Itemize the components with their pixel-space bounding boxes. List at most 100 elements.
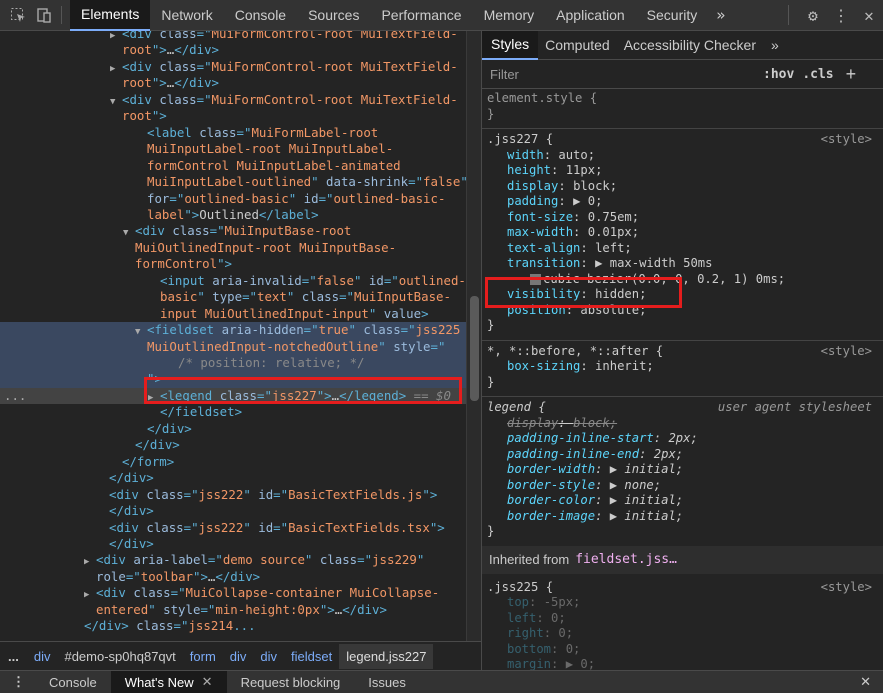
dom-node-line[interactable]: input MuiOutlinedInput-input" value>: [148, 306, 429, 323]
style-declaration[interactable]: top: -5px;: [507, 595, 580, 611]
style-declaration[interactable]: position: absolute;: [507, 303, 646, 319]
rule-origin-link[interactable]: <style>: [821, 344, 872, 360]
style-declaration[interactable]: font-size: 0.75em;: [507, 210, 639, 226]
inherited-from-link[interactable]: fieldset.jss…: [575, 552, 677, 567]
dom-node-line[interactable]: root">…</div>: [110, 42, 219, 59]
drawer-tab-request-blocking[interactable]: Request blocking: [227, 671, 355, 693]
rule-origin-link[interactable]: user agent stylesheet: [718, 400, 872, 416]
kebab-menu-icon[interactable]: ⋮: [827, 6, 855, 25]
dom-tree[interactable]: ▶ <div class="MuiFormControl-root MuiText…: [0, 31, 466, 641]
dom-node-line[interactable]: </div> class="jss214...: [72, 618, 263, 635]
hover-state-toggle[interactable]: :hov: [763, 67, 794, 82]
tab-accessibility-checker[interactable]: Accessibility Checker: [617, 31, 763, 60]
breadcrumb-item[interactable]: div: [27, 649, 58, 664]
rule-origin-link[interactable]: <style>: [821, 132, 872, 148]
tab-security[interactable]: Security: [636, 0, 709, 31]
dom-node-line[interactable]: ▼ <div class="MuiInputBase-root: [123, 223, 351, 240]
style-declaration[interactable]: text-align: left;: [507, 241, 632, 257]
tab-network[interactable]: Network: [150, 0, 223, 31]
dom-node-line[interactable]: ▶ <div class="MuiFormControl-root MuiText…: [110, 31, 458, 43]
dom-node-line[interactable]: role="toolbar">…</div>: [84, 569, 260, 586]
breadcrumb-item[interactable]: form: [183, 649, 223, 664]
dom-node-line[interactable]: </div>: [97, 536, 154, 553]
close-icon[interactable]: ✕: [855, 6, 883, 25]
dom-node-line[interactable]: formControl">: [123, 256, 232, 273]
style-declaration[interactable]: padding: ▶ 0;: [507, 194, 602, 210]
dom-node-line[interactable]: basic" type="text" class="MuiInputBase-: [148, 289, 451, 306]
style-declaration[interactable]: margin: ▶ 0;: [507, 657, 595, 670]
close-icon[interactable]: ✕: [202, 674, 213, 690]
dom-node-line[interactable]: MuiInputLabel-outlined" data-shrink="fal…: [135, 174, 466, 191]
style-declaration[interactable]: height: 11px;: [507, 163, 602, 179]
tab-memory[interactable]: Memory: [473, 0, 546, 31]
dom-node-line[interactable]: entered" style="min-height:0px">…</div>: [84, 602, 387, 619]
style-declaration[interactable]: border-width: ▶ initial;: [507, 462, 683, 478]
dom-node-line[interactable]: MuiOutlinedInput-notchedOutline" style=": [135, 339, 445, 356]
filter-input[interactable]: [490, 66, 755, 82]
dom-node-line[interactable]: MuiOutlinedInput-root MuiInputBase-: [123, 240, 396, 257]
dom-node-line[interactable]: ▼ <div class="MuiFormControl-root MuiText…: [110, 92, 458, 109]
drawer-menu-icon[interactable]: ⋮: [0, 674, 35, 690]
dom-node-line[interactable]: </div>: [123, 437, 180, 454]
tab-computed[interactable]: Computed: [538, 31, 617, 60]
node-actions-ellipsis[interactable]: ...: [4, 388, 26, 405]
drawer-tab-whats-new[interactable]: What's New ✕: [110, 670, 227, 693]
style-declaration[interactable]: padding-inline-start: 2px;: [507, 431, 698, 447]
dom-node-line[interactable]: ▶ <div class="MuiCollapse-container MuiCo…: [84, 585, 439, 602]
style-declaration[interactable]: box-sizing: inherit;: [507, 359, 654, 375]
dom-node-line[interactable]: /* position: relative; */: [166, 355, 365, 372]
tab-application[interactable]: Application: [545, 0, 636, 31]
dom-node-line[interactable]: root">…</div>: [110, 75, 219, 92]
style-declaration[interactable]: padding-inline-end: 2px;: [507, 447, 683, 463]
dom-node-selected[interactable]: ▶ <legend class="jss227">…</legend> == $0: [148, 388, 451, 405]
inspect-element-icon[interactable]: [5, 0, 31, 31]
dom-node-line[interactable]: </div>: [135, 421, 192, 438]
style-declaration[interactable]: border-image: ▶ initial;: [507, 509, 683, 525]
dom-node-line[interactable]: </form>: [110, 454, 174, 471]
scrollbar-thumb[interactable]: [470, 296, 479, 401]
style-declaration[interactable]: right: 0;: [507, 626, 573, 642]
style-declaration[interactable]: left: 0;: [507, 611, 566, 627]
rule-origin-link[interactable]: <style>: [821, 580, 872, 596]
new-rule-icon[interactable]: +: [846, 64, 857, 85]
close-drawer-icon[interactable]: ✕: [860, 674, 871, 690]
dom-node-line[interactable]: ▶ <div class="MuiFormControl-root MuiText…: [110, 59, 458, 76]
dom-node-line[interactable]: <input aria-invalid="false" id="outlined…: [148, 273, 466, 290]
dom-node-line[interactable]: formControl MuiInputLabel-animated: [135, 158, 401, 175]
dom-node-line[interactable]: <div class="jss222" id="BasicTextFields.…: [97, 520, 445, 537]
gear-icon[interactable]: ⚙: [799, 6, 827, 25]
more-tabs-button[interactable]: »: [763, 37, 787, 53]
transition-editor-icon[interactable]: [530, 273, 541, 285]
dom-node-line[interactable]: ▼ <fieldset aria-hidden="true" class="jss…: [135, 322, 460, 339]
style-declaration[interactable]: border-style: ▶ none;: [507, 478, 661, 494]
device-toolbar-icon[interactable]: [31, 0, 57, 31]
dom-node-line[interactable]: <div class="jss222" id="BasicTextFields.…: [97, 487, 437, 504]
breadcrumb-item[interactable]: div: [223, 649, 254, 664]
dom-node-line[interactable]: ▶ <div aria-label="demo source" class="js…: [84, 552, 424, 569]
tab-styles[interactable]: Styles: [482, 31, 539, 60]
tab-console[interactable]: Console: [224, 0, 297, 31]
dom-node-line[interactable]: </fieldset>: [148, 404, 242, 421]
tab-sources[interactable]: Sources: [297, 0, 370, 31]
style-declaration[interactable]: border-color: ▶ initial;: [507, 493, 683, 509]
dom-node-line[interactable]: ">: [135, 371, 162, 388]
tab-performance[interactable]: Performance: [370, 0, 472, 31]
drawer-tab-issues[interactable]: Issues: [354, 671, 420, 693]
breadcrumb-item-current[interactable]: legend.jss227: [339, 643, 434, 669]
dom-node-line[interactable]: </div>: [97, 470, 154, 487]
dom-node-line[interactable]: MuiInputLabel-root MuiInputLabel-: [135, 141, 393, 158]
dom-scrollbar[interactable]: [466, 31, 481, 641]
style-declaration[interactable]: bottom: 0;: [507, 642, 580, 658]
breadcrumb-item[interactable]: div: [253, 649, 284, 664]
style-declaration[interactable]: max-width: 0.01px;: [507, 225, 639, 241]
more-tabs-button[interactable]: »: [708, 6, 739, 24]
style-declaration[interactable]: width: auto;: [507, 148, 595, 164]
breadcrumb-item[interactable]: fieldset: [284, 649, 339, 664]
dom-node-line[interactable]: label">Outlined</label>: [135, 207, 319, 224]
breadcrumb-item[interactable]: #demo-sp0hq87qvt: [57, 649, 182, 664]
style-declaration[interactable]: visibility: hidden;: [507, 287, 646, 303]
breadcrumb-overflow[interactable]: ...: [0, 649, 27, 664]
style-declaration[interactable]: transition: ▶ max-width 50ms: [507, 256, 712, 272]
style-declaration[interactable]: cubic-bezier(0.0, 0, 0.2, 1) 0ms;: [530, 272, 785, 288]
dom-node-line[interactable]: root">: [110, 108, 167, 125]
